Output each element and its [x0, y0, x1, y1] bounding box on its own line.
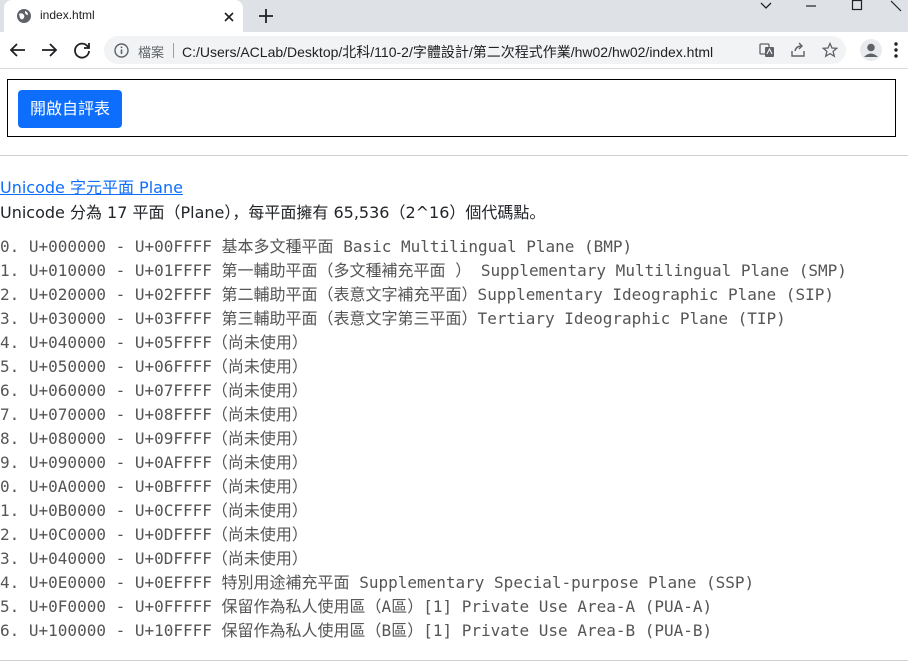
- browser-tab[interactable]: index.html: [4, 0, 243, 32]
- forward-icon[interactable]: [38, 39, 60, 61]
- plane-item: 4. U+040000 - U+05FFFF（尚未使用）: [0, 333, 308, 352]
- plane-list: 0. U+000000 - U+00FFFF 基本多文種平面 Basic Mul…: [0, 235, 847, 643]
- browser-toolbar: 檔案 C:/Users/ACLab/Desktop/北科/110-2/字體設計/…: [0, 32, 908, 69]
- reload-icon[interactable]: [71, 39, 93, 61]
- eval-container: 開啟自評表: [7, 79, 896, 137]
- window-close-icon[interactable]: [880, 0, 908, 32]
- address-bar[interactable]: 檔案 C:/Users/ACLab/Desktop/北科/110-2/字體設計/…: [104, 36, 846, 64]
- unicode-plane-link[interactable]: Unicode 字元平面 Plane: [0, 174, 183, 198]
- plane-item: 3. U+040000 - U+0DFFFF（尚未使用）: [0, 549, 308, 568]
- plane-item: 1. U+010000 - U+01FFFF 第一輔助平面（多文種補充平面 ） …: [0, 261, 847, 280]
- plane-item: 4. U+0E0000 - U+0EFFFF 特別用途補充平面 Suppleme…: [0, 573, 755, 592]
- globe-icon: [16, 8, 32, 24]
- tab-title: index.html: [40, 8, 95, 22]
- info-icon[interactable]: [114, 43, 129, 58]
- chevron-down-icon[interactable]: [742, 0, 788, 32]
- tab-strip: index.html: [0, 0, 908, 32]
- plane-item: 7. U+070000 - U+08FFFF（尚未使用）: [0, 405, 308, 424]
- back-icon[interactable]: [7, 39, 29, 61]
- maximize-icon[interactable]: [834, 0, 880, 32]
- plane-item: 1. U+0B0000 - U+0CFFFF（尚未使用）: [0, 501, 308, 520]
- star-icon[interactable]: [821, 41, 839, 58]
- minimize-icon[interactable]: [788, 0, 834, 32]
- plus-icon[interactable]: [256, 6, 276, 26]
- translate-icon[interactable]: [759, 42, 775, 58]
- page-content: 開啟自評表 Unicode 字元平面 Plane Unicode 分為 17 平…: [0, 69, 908, 661]
- security-label: 檔案: [138, 45, 165, 60]
- profile-icon[interactable]: [860, 39, 882, 61]
- share-icon[interactable]: [790, 42, 806, 58]
- plane-item: 0. U+0A0000 - U+0BFFFF（尚未使用）: [0, 477, 308, 496]
- plane-item: 9. U+090000 - U+0AFFFF（尚未使用）: [0, 453, 308, 472]
- plane-item: 2. U+0C0000 - U+0DFFFF（尚未使用）: [0, 525, 308, 544]
- plane-item: 6. U+060000 - U+07FFFF（尚未使用）: [0, 381, 308, 400]
- plane-item: 3. U+030000 - U+03FFFF 第三輔助平面（表意文字第三平面）T…: [0, 309, 786, 328]
- intro-text: Unicode 分為 17 平面（Plane），每平面擁有 65,536（2^1…: [0, 203, 546, 222]
- plane-item: 5. U+0F0000 - U+0FFFFF 保留作為私人使用區（A區）[1] …: [0, 597, 713, 616]
- plane-item: 8. U+080000 - U+09FFFF（尚未使用）: [0, 429, 308, 448]
- plane-item: 6. U+100000 - U+10FFFF 保留作為私人使用區（B區）[1] …: [0, 621, 713, 640]
- url-divider: [173, 43, 174, 58]
- open-self-eval-button[interactable]: 開啟自評表: [18, 90, 123, 128]
- close-icon[interactable]: [222, 9, 236, 23]
- plane-item: 0. U+000000 - U+00FFFF 基本多文種平面 Basic Mul…: [0, 237, 633, 256]
- plane-item: 5. U+050000 - U+06FFFF（尚未使用）: [0, 357, 308, 376]
- divider-top: [0, 155, 908, 156]
- more-icon[interactable]: [893, 41, 899, 59]
- url-text[interactable]: C:/Users/ACLab/Desktop/北科/110-2/字體設計/第二次…: [182, 42, 713, 62]
- plane-item: 2. U+020000 - U+02FFFF 第二輔助平面（表意文字補充平面）S…: [0, 285, 834, 304]
